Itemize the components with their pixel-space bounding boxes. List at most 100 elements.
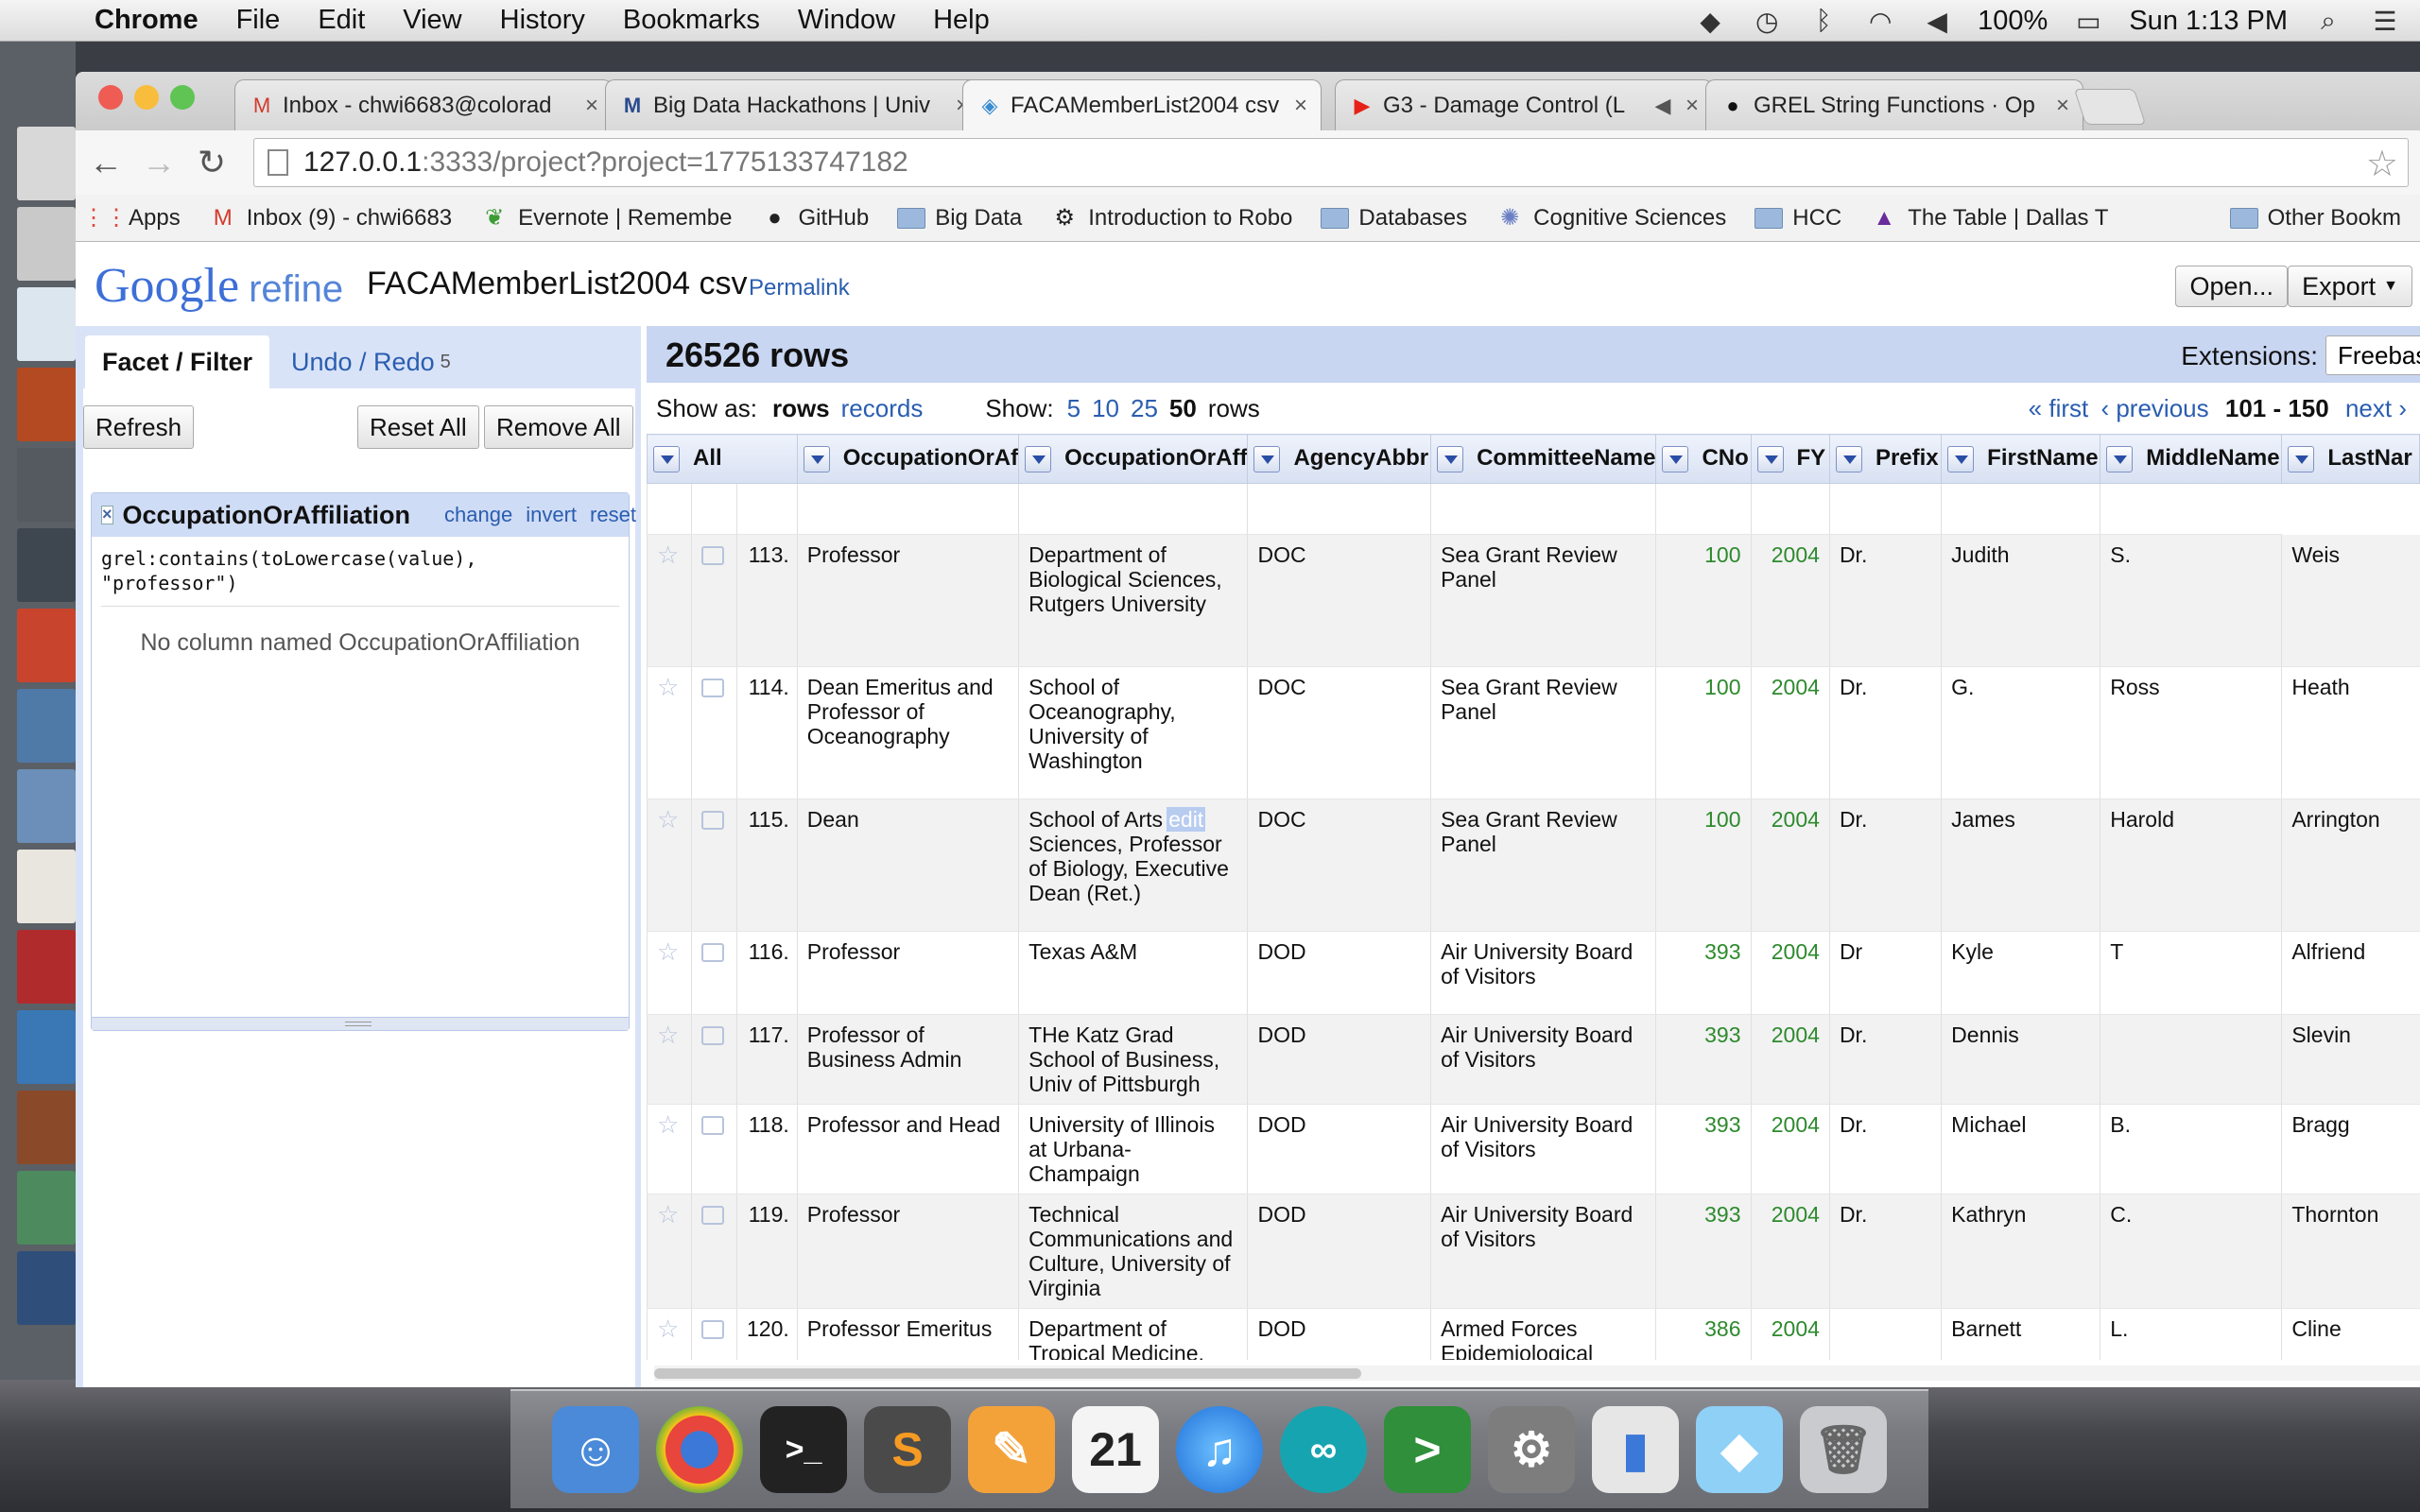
- cell-occ[interactable]: Professor of Business Admin: [796, 1014, 1019, 1105]
- cell-last[interactable]: Heath: [2281, 666, 2420, 799]
- desktop-thumbnail[interactable]: [17, 850, 76, 923]
- cell-aff[interactable]: THe Katz Grad School of Business, Univ o…: [1018, 1014, 1248, 1105]
- cell-first[interactable]: G.: [1941, 666, 2100, 799]
- flag-icon[interactable]: [701, 811, 725, 830]
- column-menu-icon[interactable]: [1437, 445, 1464, 472]
- cell-agency[interactable]: DOD: [1247, 1014, 1431, 1105]
- star-icon[interactable]: ☆: [657, 541, 679, 569]
- chrome-icon[interactable]: [656, 1406, 743, 1493]
- tab-undo-redo[interactable]: Undo / Redo 5: [274, 335, 468, 388]
- cell-aff[interactable]: School of Arts & Sciences, Professor of …: [1018, 799, 1248, 932]
- cell-first[interactable]: Kathryn: [1941, 1194, 2100, 1309]
- cell-cno[interactable]: 100: [1655, 534, 1751, 667]
- flag-icon[interactable]: [701, 546, 725, 565]
- desktop-thumbnail[interactable]: [17, 609, 76, 682]
- volume-icon[interactable]: ◀: [1921, 5, 1953, 37]
- column-header-committeename[interactable]: CommitteeName: [1430, 434, 1657, 484]
- cell-cno[interactable]: 393: [1655, 931, 1751, 1015]
- cell-cno[interactable]: 393: [1655, 1104, 1751, 1194]
- show-as-rows[interactable]: rows: [772, 394, 830, 423]
- page-size-5[interactable]: 5: [1067, 394, 1080, 423]
- close-icon[interactable]: ×: [101, 506, 113, 524]
- cell-aff[interactable]: Technical Communications and Culture, Un…: [1018, 1194, 1248, 1309]
- cell-cno[interactable]: 393: [1655, 1014, 1751, 1105]
- column-menu-icon[interactable]: [2288, 445, 2315, 472]
- cell-cno[interactable]: 386: [1655, 1308, 1751, 1360]
- tab-close-icon[interactable]: ×: [1685, 93, 1699, 119]
- diamond-app-icon[interactable]: ◆: [1696, 1406, 1783, 1493]
- pager-next-link[interactable]: next ›: [2345, 394, 2407, 422]
- menu-history[interactable]: History: [481, 5, 604, 36]
- cell-cno[interactable]: 393: [1655, 1194, 1751, 1309]
- column-header-firstname[interactable]: FirstName: [1941, 434, 2101, 484]
- cell-last[interactable]: Slevin: [2281, 1014, 2420, 1105]
- tab-youtube-g3[interactable]: ▶ G3 - Damage Control (L ◀ ×: [1335, 79, 1713, 130]
- cell-fy[interactable]: 2004: [1750, 1104, 1830, 1194]
- zoom-window-button[interactable]: [170, 85, 195, 110]
- cell-agency[interactable]: DOD: [1247, 931, 1431, 1015]
- bookmark-star-icon[interactable]: ☆: [2366, 143, 2398, 185]
- page-size-25[interactable]: 25: [1131, 394, 1158, 423]
- desktop-thumbnail[interactable]: [17, 448, 76, 522]
- desktop-thumbnail[interactable]: [17, 287, 76, 361]
- google-refine-logo[interactable]: Google refine: [95, 258, 343, 314]
- cell-prefix[interactable]: Dr: [1828, 931, 1942, 1015]
- pager-first-link[interactable]: « first: [2029, 394, 2089, 422]
- cell-committee[interactable]: Air University Board of Visitors: [1430, 1104, 1656, 1194]
- pager-previous-link[interactable]: ‹ previous: [2100, 394, 2208, 422]
- reload-icon[interactable]: ↻: [185, 136, 238, 189]
- pages-icon[interactable]: ✎: [968, 1406, 1055, 1493]
- cell-aff[interactable]: School of Oceanography, University of Wa…: [1018, 666, 1248, 799]
- flag-icon[interactable]: [701, 1206, 725, 1225]
- bookmark-other[interactable]: Other Bookm: [2229, 204, 2401, 232]
- time-machine-icon[interactable]: ◷: [1751, 5, 1783, 37]
- cell-last[interactable]: Bragg: [2281, 1104, 2420, 1194]
- cell-middle[interactable]: S.: [2100, 534, 2282, 667]
- cell-first[interactable]: Kyle: [1941, 931, 2100, 1015]
- finder-icon[interactable]: ☺: [552, 1406, 639, 1493]
- column-menu-icon[interactable]: [1947, 445, 1975, 472]
- cell-middle[interactable]: L.: [2100, 1308, 2282, 1360]
- star-icon[interactable]: ☆: [657, 1314, 679, 1343]
- cell-prefix[interactable]: Dr.: [1828, 1194, 1942, 1309]
- flag-icon[interactable]: [701, 1320, 725, 1339]
- cell-prefix[interactable]: Dr.: [1828, 534, 1942, 667]
- tab-facet-filter[interactable]: Facet / Filter: [85, 335, 270, 388]
- cell-middle[interactable]: Ross: [2100, 666, 2282, 799]
- permalink-link[interactable]: Permalink: [749, 275, 850, 301]
- cell-edit-button[interactable]: edit: [1167, 807, 1206, 832]
- cell-agency[interactable]: DOD: [1247, 1104, 1431, 1194]
- trash-icon[interactable]: 🗑: [1800, 1406, 1887, 1493]
- column-menu-icon[interactable]: [2106, 445, 2134, 472]
- refresh-button[interactable]: Refresh: [83, 405, 195, 449]
- cell-aff[interactable]: Department of Tropical Medicine, Tulane …: [1018, 1308, 1248, 1360]
- flag-icon[interactable]: [701, 679, 725, 697]
- cell-last[interactable]: Cline: [2281, 1308, 2420, 1360]
- column-header-fy[interactable]: FY: [1750, 434, 1830, 484]
- column-header-agencyabbr[interactable]: AgencyAbbr: [1247, 434, 1432, 484]
- column-header-affiliation[interactable]: OccupationOrAff: [1018, 434, 1249, 484]
- cell-middle[interactable]: C.: [2100, 1194, 2282, 1309]
- flag-icon[interactable]: [701, 1026, 725, 1045]
- cell-middle[interactable]: Harold: [2100, 799, 2282, 932]
- facet-expression[interactable]: grel:contains(toLowercase(value), "profe…: [101, 546, 619, 607]
- cell-occ[interactable]: Dean Emeritus and Professor of Oceanogra…: [796, 666, 1019, 799]
- cell-aff[interactable]: Texas A&M: [1018, 931, 1248, 1015]
- cell-middle[interactable]: T: [2100, 931, 2282, 1015]
- bookmark-inbox[interactable]: M Inbox (9) - chwi6683: [209, 204, 452, 232]
- prompt-app-icon[interactable]: >: [1384, 1406, 1471, 1493]
- bookmark-intro-robotics[interactable]: ⚙ Introduction to Robo: [1050, 204, 1293, 232]
- column-menu-icon[interactable]: [803, 445, 830, 472]
- cell-middle[interactable]: B.: [2100, 1104, 2282, 1194]
- facet-change-link[interactable]: change: [444, 503, 512, 527]
- column-menu-icon[interactable]: [653, 445, 680, 472]
- menu-view[interactable]: View: [384, 5, 480, 36]
- cell-agency[interactable]: DOC: [1247, 799, 1431, 932]
- itunes-icon[interactable]: ♫: [1176, 1406, 1263, 1493]
- bookmark-apps[interactable]: ⋮⋮ Apps: [82, 204, 181, 232]
- cell-aff[interactable]: Department of Biological Sciences, Rutge…: [1018, 534, 1248, 667]
- cell-fy[interactable]: 2004: [1750, 799, 1830, 932]
- remove-all-button[interactable]: Remove All: [484, 405, 633, 449]
- facet-reset-link[interactable]: reset: [590, 503, 636, 527]
- dropbox-icon[interactable]: ◆: [1694, 5, 1726, 37]
